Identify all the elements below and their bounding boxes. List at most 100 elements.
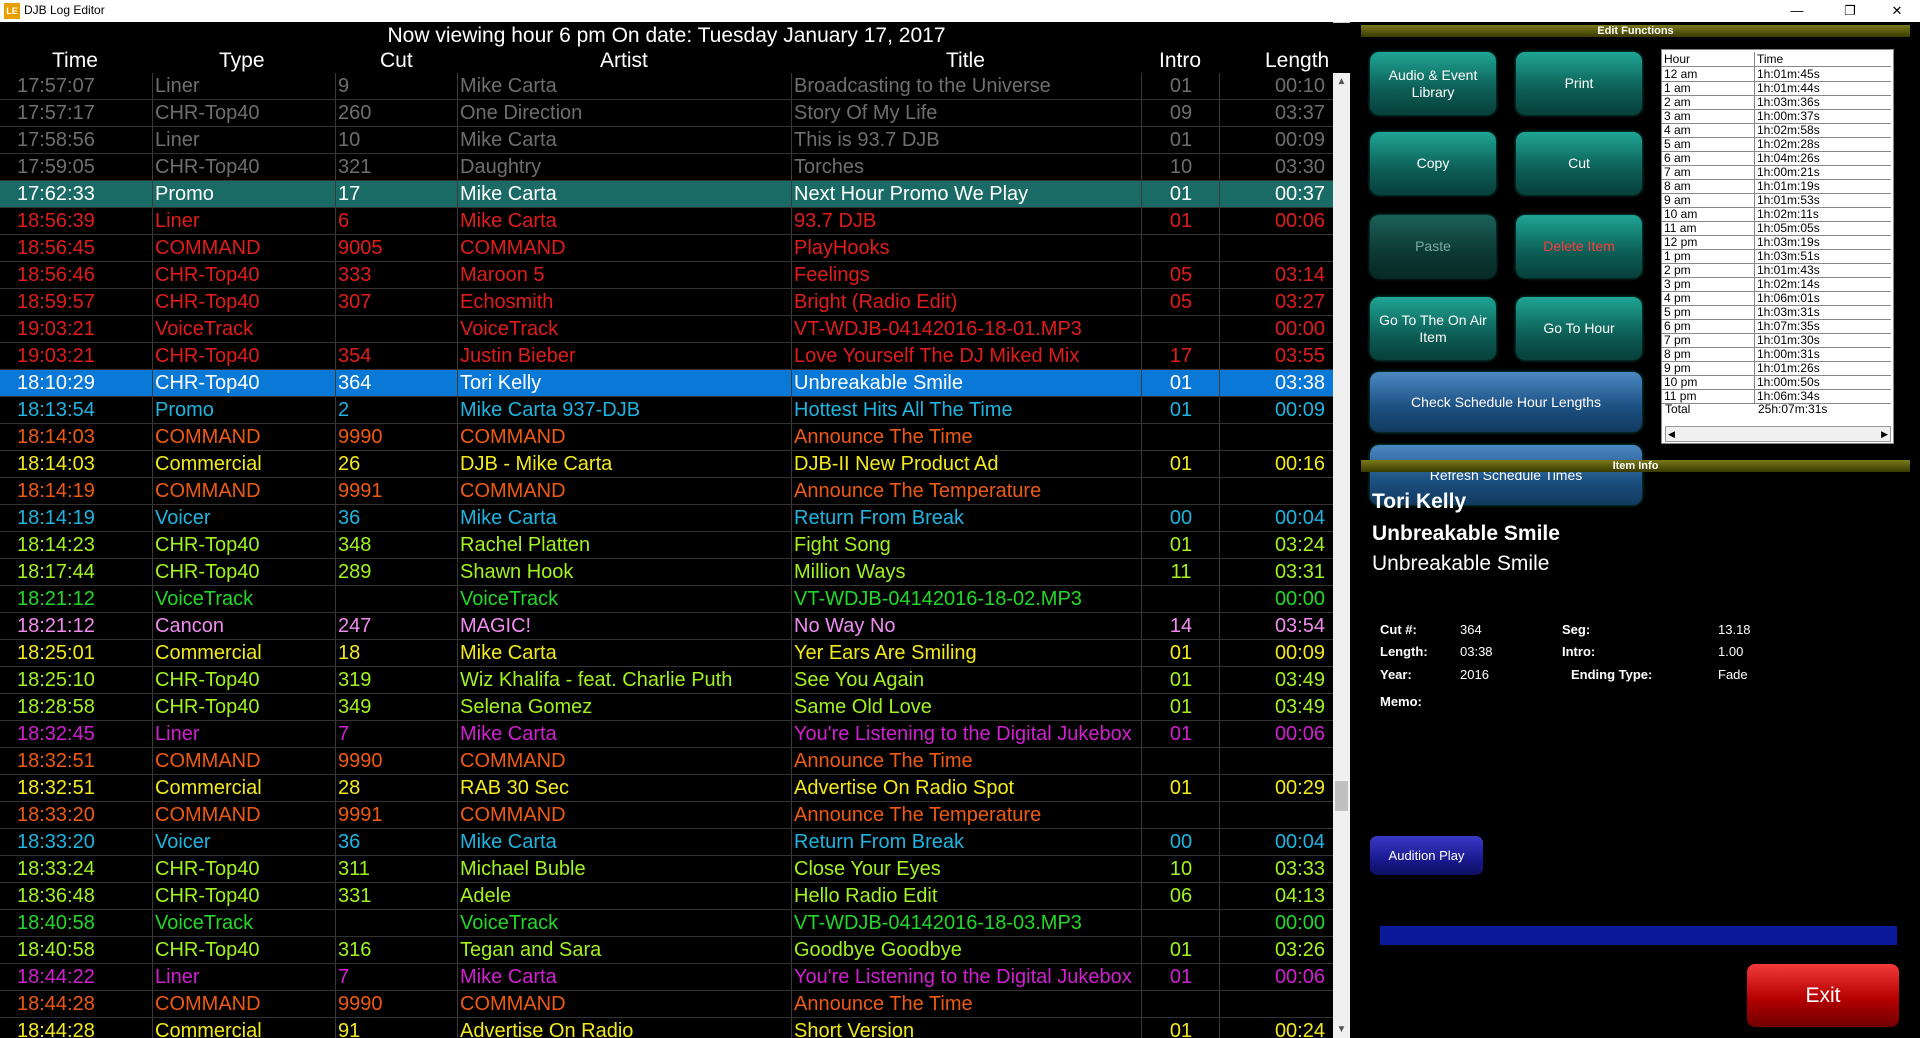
schedule-row[interactable]: 10 am 1h:02m:11s (1662, 207, 1891, 222)
playback-progress-bar[interactable] (1380, 926, 1897, 945)
log-row[interactable]: 19:03:21 CHR-Top40 354 Justin Bieber Love Yo… (0, 343, 1333, 370)
log-row[interactable]: 18:56:45 COMMAND 9005 COMMAND PlayHooks (0, 235, 1333, 262)
log-row[interactable]: 18:32:51 COMMAND 9990 COMMAND Announce The T… (0, 748, 1333, 775)
log-row[interactable]: 18:21:12 VoiceTrack VoiceTrack VT-WDJB-0414… (0, 586, 1333, 613)
audio-event-library-button[interactable]: Audio & Event Library (1370, 52, 1496, 115)
schedule-row[interactable]: 4 am 1h:02m:58s (1662, 123, 1891, 138)
log-cell-length: 04:13 (1219, 883, 1325, 909)
schedule-row[interactable]: 2 pm 1h:01m:43s (1662, 263, 1891, 278)
col-header-title[interactable]: Title (946, 49, 985, 73)
col-header-cut[interactable]: Cut (380, 49, 413, 73)
scroll-right-icon[interactable]: ▶ (1881, 427, 1888, 441)
col-header-type[interactable]: Type (219, 49, 265, 73)
paste-button[interactable]: Paste (1370, 215, 1496, 278)
scroll-thumb[interactable] (1335, 781, 1348, 811)
go-to-hour-button[interactable]: Go To Hour (1516, 297, 1642, 360)
check-schedule-hour-lengths-button[interactable]: Check Schedule Hour Lengths (1370, 372, 1642, 432)
log-row[interactable]: 17:59:05 CHR-Top40 321 Daughtry Torches 10 03:… (0, 154, 1333, 181)
log-row[interactable]: 19:03:21 VoiceTrack VoiceTrack VT-WDJB-0414… (0, 316, 1333, 343)
log-row[interactable]: 18:56:46 CHR-Top40 333 Maroon 5 Feelings 05 03… (0, 262, 1333, 289)
log-cell-title: Love Yourself The DJ Miked Mix (791, 343, 1143, 369)
log-row[interactable]: 18:33:20 COMMAND 9991 COMMAND Announce The T… (0, 802, 1333, 829)
schedule-row[interactable]: 4 pm 1h:06m:01s (1662, 291, 1891, 306)
schedule-row[interactable]: 8 pm 1h:00m:31s (1662, 347, 1891, 362)
copy-button[interactable]: Copy (1370, 132, 1496, 195)
scroll-up-icon[interactable]: ▲ (1333, 73, 1350, 90)
schedule-header-hour[interactable]: Hour (1664, 52, 1749, 66)
log-row[interactable]: 18:36:48 CHR-Top40 331 Adele Hello Radio Edi… (0, 883, 1333, 910)
log-row[interactable]: 18:56:39 Liner 6 Mike Carta 93.7 DJB 01 00:06 (0, 208, 1333, 235)
schedule-row[interactable]: 11 am 1h:05m:05s (1662, 221, 1891, 236)
log-row[interactable]: 18:21:12 Cancon 247 MAGIC! No Way No 14 03:54 (0, 613, 1333, 640)
log-row[interactable]: 18:14:19 COMMAND 9991 COMMAND Announce The T… (0, 478, 1333, 505)
minimize-button[interactable]: — (1774, 0, 1820, 22)
schedule-hscrollbar[interactable]: ◀ ▶ (1665, 426, 1891, 442)
log-row[interactable]: 18:32:45 Liner 7 Mike Carta You're Listening… (0, 721, 1333, 748)
log-row[interactable]: 18:40:58 CHR-Top40 316 Tegan and Sara Goodby… (0, 937, 1333, 964)
schedule-row[interactable]: 8 am 1h:01m:19s (1662, 179, 1891, 194)
log-row[interactable]: 18:25:10 CHR-Top40 319 Wiz Khalifa - feat. … (0, 667, 1333, 694)
log-row[interactable]: 18:14:03 Commercial 26 DJB - Mike Carta DJB-… (0, 451, 1333, 478)
log-cell-time: 17:58:56 (17, 129, 95, 151)
exit-button[interactable]: Exit (1747, 964, 1899, 1027)
log-row[interactable]: 18:33:24 CHR-Top40 311 Michael Buble Close Y… (0, 856, 1333, 883)
cut-button[interactable]: Cut (1516, 132, 1642, 195)
log-row[interactable]: 18:10:29 CHR-Top40 364 Tori Kelly Unbreakabl… (0, 370, 1333, 397)
close-button[interactable]: ✕ (1874, 0, 1920, 22)
schedule-row[interactable]: 6 am 1h:04m:26s (1662, 151, 1891, 166)
log-row[interactable]: 18:44:28 COMMAND 9990 COMMAND Announce The T… (0, 991, 1333, 1018)
audition-play-button[interactable]: Audition Play (1370, 836, 1483, 875)
scroll-left-icon[interactable]: ◀ (1668, 427, 1675, 441)
schedule-row[interactable]: 3 pm 1h:02m:14s (1662, 277, 1891, 292)
schedule-row[interactable]: 1 am 1h:01m:44s (1662, 81, 1891, 96)
schedule-header-time[interactable]: Time (1754, 52, 1892, 66)
log-row[interactable]: 17:58:56 Liner 10 Mike Carta This is 93.7 DJ… (0, 127, 1333, 154)
log-row[interactable]: 18:33:20 Voicer 36 Mike Carta Return From Br… (0, 829, 1333, 856)
log-cell-type: VoiceTrack (152, 586, 338, 612)
log-row[interactable]: 18:44:28 Commercial 91 Advertise On Radio Sh… (0, 1018, 1333, 1038)
restore-button[interactable]: ❐ (1827, 0, 1873, 22)
length-label: Length: (1380, 644, 1428, 659)
scroll-down-icon[interactable]: ▼ (1333, 1021, 1350, 1038)
schedule-row[interactable]: 2 am 1h:03m:36s (1662, 95, 1891, 110)
schedule-time: 1h:02m:11s (1754, 207, 1892, 221)
log-cell-time: 18:21:12 (17, 615, 95, 637)
log-row[interactable]: 17:62:33 Promo 17 Mike Carta Next Hour Promo… (0, 181, 1333, 208)
col-header-time[interactable]: Time (52, 49, 98, 73)
log-row[interactable]: 18:32:51 Commercial 28 RAB 30 Sec Advertise … (0, 775, 1333, 802)
schedule-row[interactable]: 7 pm 1h:01m:30s (1662, 333, 1891, 348)
schedule-row[interactable]: 9 pm 1h:01m:26s (1662, 361, 1891, 376)
schedule-row[interactable]: 9 am 1h:01m:53s (1662, 193, 1891, 208)
schedule-row[interactable]: 5 am 1h:02m:28s (1662, 137, 1891, 152)
log-row[interactable]: 18:14:03 COMMAND 9990 COMMAND Announce The T… (0, 424, 1333, 451)
log-row[interactable]: 18:17:44 CHR-Top40 289 Shawn Hook Million Wa… (0, 559, 1333, 586)
col-header-artist[interactable]: Artist (600, 49, 648, 73)
schedule-row[interactable]: 12 am 1h:01m:45s (1662, 67, 1891, 82)
schedule-row[interactable]: 7 am 1h:00m:21s (1662, 165, 1891, 180)
schedule-row[interactable]: 6 pm 1h:07m:35s (1662, 319, 1891, 334)
log-row[interactable]: 18:40:58 VoiceTrack VoiceTrack VT-WDJB-0414… (0, 910, 1333, 937)
schedule-row[interactable]: 5 pm 1h:03m:31s (1662, 305, 1891, 320)
log-scrollbar[interactable]: ▲ ▼ (1333, 73, 1350, 1038)
col-header-intro[interactable]: Intro (1159, 49, 1201, 73)
schedule-row[interactable]: 10 pm 1h:00m:50s (1662, 375, 1891, 390)
log-row[interactable]: 18:14:19 Voicer 36 Mike Carta Return From Br… (0, 505, 1333, 532)
col-header-length[interactable]: Length (1265, 49, 1329, 73)
log-cell-intro: 01 (1141, 397, 1220, 423)
log-row[interactable]: 17:57:17 CHR-Top40 260 One Direction Story O… (0, 100, 1333, 127)
log-cell-length: 00:09 (1219, 397, 1325, 423)
log-row[interactable]: 17:57:07 Liner 9 Mike Carta Broadcasting to … (0, 73, 1333, 100)
schedule-row[interactable]: 1 pm 1h:03m:51s (1662, 249, 1891, 264)
schedule-row[interactable]: 3 am 1h:00m:37s (1662, 109, 1891, 124)
log-row[interactable]: 18:13:54 Promo 2 Mike Carta 937-DJB Hottest … (0, 397, 1333, 424)
go-to-on-air-button[interactable]: Go To The On Air Item (1370, 297, 1496, 360)
log-cell-artist: Rachel Platten (457, 532, 794, 558)
log-row[interactable]: 18:44:22 Liner 7 Mike Carta You're Listening… (0, 964, 1333, 991)
schedule-row[interactable]: 12 pm 1h:03m:19s (1662, 235, 1891, 250)
log-row[interactable]: 18:59:57 CHR-Top40 307 Echosmith Bright (Rad… (0, 289, 1333, 316)
delete-item-button[interactable]: Delete Item (1516, 215, 1642, 278)
log-row[interactable]: 18:14:23 CHR-Top40 348 Rachel Platten Fight … (0, 532, 1333, 559)
log-row[interactable]: 18:25:01 Commercial 18 Mike Carta Yer Ears A… (0, 640, 1333, 667)
print-button[interactable]: Print (1516, 52, 1642, 115)
log-row[interactable]: 18:28:58 CHR-Top40 349 Selena Gomez Same Old… (0, 694, 1333, 721)
